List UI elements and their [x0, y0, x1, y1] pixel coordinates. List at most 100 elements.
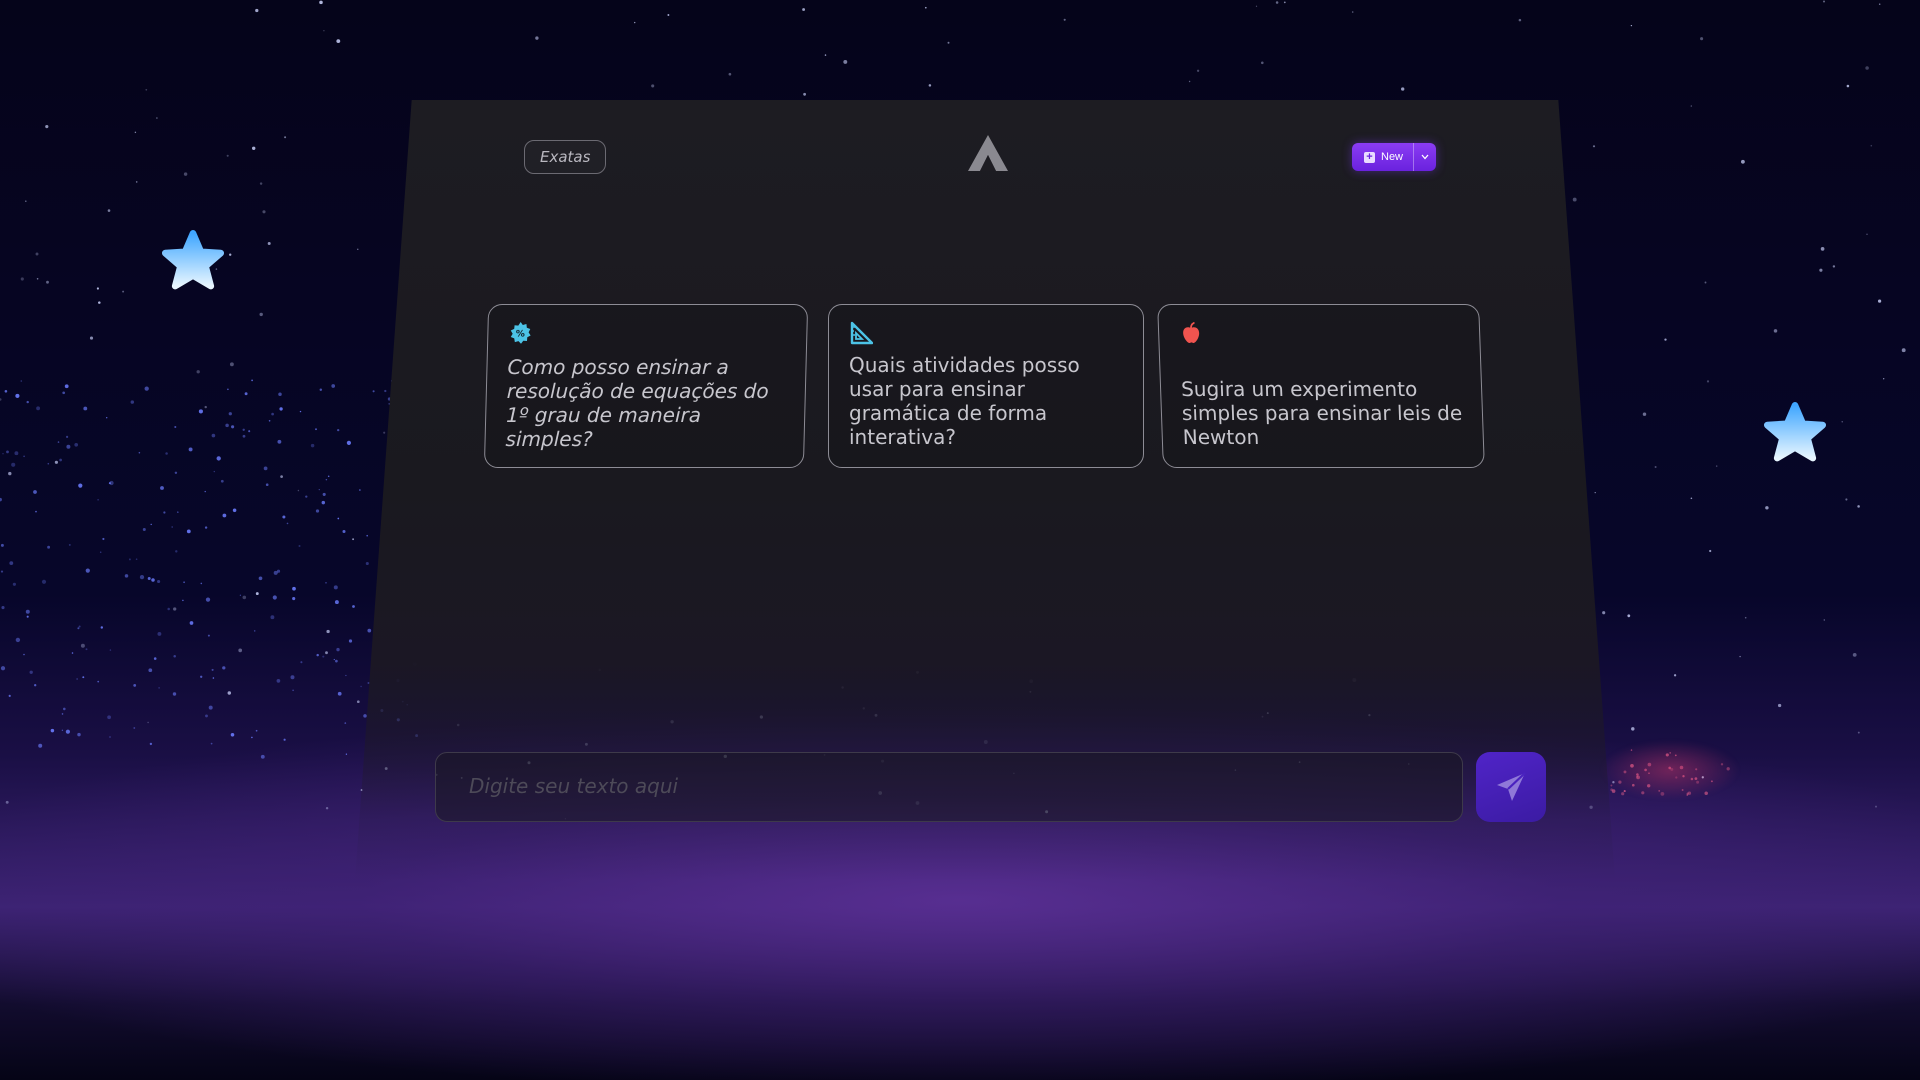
star-dot — [128, 558, 131, 561]
star-dot — [344, 722, 347, 724]
suggestion-card[interactable]: Quais atividades posso usar para ensinar… — [828, 304, 1144, 468]
star-dot — [149, 742, 153, 746]
star-dot — [1845, 498, 1848, 501]
star-dot — [186, 529, 191, 534]
new-chat-button[interactable]: + New — [1352, 143, 1413, 171]
star-dot — [102, 537, 105, 541]
category-tag-button[interactable]: Exatas — [524, 140, 607, 174]
star-dot — [634, 21, 636, 24]
star-dot — [651, 84, 655, 88]
star-dot — [319, 388, 323, 391]
star-dot — [1739, 655, 1741, 658]
star-dot — [216, 456, 221, 461]
star-dot — [337, 428, 340, 432]
new-options-dropdown[interactable] — [1413, 143, 1436, 171]
star-dot — [1852, 653, 1857, 657]
star-dot — [174, 471, 178, 475]
star-dot — [165, 452, 168, 455]
star-dot — [1630, 24, 1633, 27]
star-dot — [124, 574, 129, 578]
new-chat-button-group: + New — [1352, 143, 1437, 171]
star-dot — [1690, 105, 1693, 107]
star-dot — [255, 8, 259, 13]
star-dot — [1877, 299, 1882, 303]
star-dot — [1664, 338, 1667, 341]
star-dot — [1627, 614, 1631, 618]
star-dot — [1673, 674, 1677, 677]
star-dot — [78, 483, 83, 488]
star-dot — [321, 500, 326, 505]
send-button[interactable] — [1476, 752, 1546, 822]
star-dot — [259, 312, 263, 317]
star-dot — [142, 527, 146, 532]
star-dot — [0, 666, 6, 671]
star-dot — [1704, 281, 1707, 284]
star-dot — [171, 526, 174, 528]
star-dot — [1631, 727, 1635, 731]
star-dot — [1901, 348, 1906, 353]
star-dot — [134, 131, 137, 134]
star-dot — [334, 600, 339, 605]
star-dot — [82, 676, 85, 679]
star-dot — [98, 301, 101, 304]
star-dot — [61, 713, 64, 715]
star-dot — [139, 574, 145, 580]
new-chat-label: New — [1381, 151, 1404, 163]
star-dot — [316, 653, 319, 657]
star-dot — [1594, 491, 1596, 494]
set-square-ruler-icon — [850, 321, 873, 345]
star-dot — [279, 407, 283, 411]
star-dot — [325, 651, 328, 655]
star-dot — [345, 674, 347, 677]
star-dot — [14, 451, 19, 456]
star-dot — [1572, 197, 1577, 202]
star-dot — [151, 578, 155, 582]
star-dot — [220, 479, 224, 483]
star-dot — [255, 592, 259, 596]
star-dot — [242, 434, 246, 438]
star-dot — [1706, 380, 1710, 383]
star-dot — [99, 551, 102, 553]
star-dot — [150, 523, 152, 526]
star-dot — [803, 92, 807, 96]
star-dot — [1866, 233, 1868, 235]
plus-icon: + — [1364, 151, 1375, 163]
star-dot — [322, 492, 326, 496]
star-dot — [1832, 265, 1836, 268]
star-dot — [315, 428, 317, 431]
star-dot — [1255, 5, 1258, 7]
star-dot — [71, 652, 74, 654]
star-dot — [239, 594, 242, 596]
star-dot — [372, 390, 375, 393]
star-dot — [0, 398, 2, 401]
star-dot — [1188, 80, 1191, 83]
star-dot — [728, 72, 732, 76]
star-dot — [1740, 159, 1745, 164]
star-dot — [363, 714, 367, 718]
star-dot — [319, 0, 323, 5]
suggestion-card[interactable]: % Como posso ensinar a resolução de equa… — [483, 304, 809, 468]
star-dot — [204, 490, 206, 493]
suggestion-text: Quais atividades posso usar para ensinar… — [849, 353, 1080, 449]
star-dot — [148, 668, 153, 673]
star-dot — [153, 657, 157, 660]
star-dot — [147, 721, 149, 724]
star-dot — [80, 643, 85, 648]
suggestion-card[interactable]: Sugira um experimento simples para ensin… — [1157, 304, 1485, 468]
star-dot — [34, 684, 37, 687]
star-dot — [222, 666, 226, 670]
star-dot — [85, 568, 90, 573]
star-dot — [268, 419, 271, 422]
star-dot — [248, 430, 251, 433]
star-dot — [367, 681, 370, 685]
star-decoration-icon — [1763, 401, 1827, 462]
star-dot — [228, 412, 232, 416]
star-dot — [0, 570, 4, 573]
star-dot — [182, 599, 184, 602]
star-dot — [1870, 144, 1873, 147]
star-dot — [6, 450, 9, 454]
star-dot — [4, 390, 8, 393]
star-dot — [1841, 421, 1843, 423]
star-dot — [326, 629, 330, 634]
message-input[interactable]: Digite seu texto aqui — [435, 752, 1463, 822]
